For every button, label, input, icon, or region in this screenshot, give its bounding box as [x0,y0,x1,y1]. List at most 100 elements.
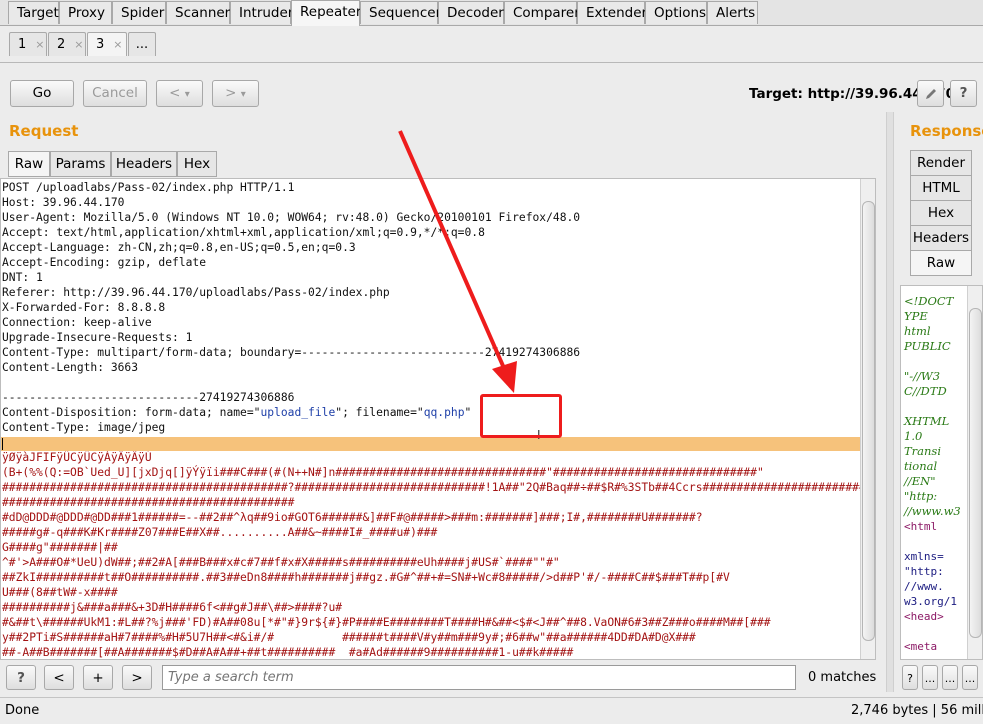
search-add-button[interactable]: + [83,665,113,690]
tab-repeater[interactable]: Repeater [291,0,361,26]
binary-line: ########################################… [2,496,295,509]
response-line: C//DTD [904,384,947,398]
binary-line: (B+(%%(Q:=OB`Ued_U][jxDjq[]ÿÝÿïi###C###(… [2,466,764,479]
response-line: //www.w3 [904,504,961,518]
binary-line: y##2PTi#S######aH#7####%#H#5U7H##<#&i#/#… [2,631,696,644]
tab-options[interactable]: Options [645,1,707,24]
search-input[interactable] [162,665,796,690]
scroll-thumb[interactable] [969,308,982,638]
edit-target-button[interactable] [917,80,944,107]
response-add-button[interactable]: ... [942,665,958,690]
main-tab-bar: Target Proxy Spider Scanner Intruder Rep… [0,0,983,26]
response-tab-hex[interactable]: Hex [910,200,972,226]
request-line: Referer: http://39.96.44.170/uploadlabs/… [2,286,390,299]
request-tab-headers[interactable]: Headers [111,151,177,177]
binary-line: #&##t\######UkM1:#L##?%j###'FD)#A##08u[*… [2,616,771,629]
binary-line: #dD@DDD#@DDD#@DD###1######=--##2##^λq##9… [2,511,703,524]
tab-decoder[interactable]: Decoder [438,1,504,24]
content-type-line: Content-Type: image/jpeg [2,421,166,434]
request-line: Host: 39.96.44.170 [2,196,125,209]
request-tab-raw[interactable]: Raw [8,151,50,177]
response-help-button[interactable]: ? [902,665,918,690]
request-tab-params[interactable]: Params [50,151,111,177]
response-line: xmlns= [904,550,944,563]
request-line: Accept-Language: zh-CN,zh;q=0.8,en-US;q=… [2,241,356,254]
cancel-button[interactable]: Cancel [83,80,147,107]
repeater-tab-2[interactable]: 2 × [48,32,86,56]
disposition-prefix: Content-Disposition: form-data; name=" [2,406,261,419]
tab-label: 2 [57,37,66,52]
response-line: "http: [904,565,944,578]
tab-intruder[interactable]: Intruder [230,1,293,24]
response-line: 1.0 [904,429,923,443]
request-line: POST /uploadlabs/Pass-02/index.php HTTP/… [2,181,295,194]
repeater-tab-3[interactable]: 3 × [87,32,127,56]
back-button[interactable]: < ▾ [156,80,203,107]
request-tab-hex[interactable]: Hex [177,151,217,177]
status-bar: Done 2,746 bytes | 56 millis [0,697,983,724]
response-line: YPE [904,309,928,323]
tab-target[interactable]: Target [8,1,59,24]
close-icon[interactable]: × [35,38,44,51]
search-prev-button[interactable]: < [44,665,74,690]
pencil-icon [925,89,936,99]
tab-scanner[interactable]: Scanner [166,1,230,24]
request-line: Connection: keep-alive [2,316,152,329]
response-line: Transi [904,444,942,458]
forward-button[interactable]: > ▾ [212,80,259,107]
response-tab-html[interactable]: HTML [910,175,972,201]
disposition-middle: "; filename=" [335,406,424,419]
response-line: <!DOCT [904,294,954,308]
chevron-right-icon: > [225,85,237,101]
tab-spider[interactable]: Spider [112,1,166,24]
response-line: <head> [904,610,944,623]
response-editor[interactable]: <!DOCT YPE html PUBLIC "-//W3 C//DTD XHTML 1.0 T… [900,285,983,660]
help-button[interactable]: ? [950,80,977,107]
chevron-left-icon: < [169,85,181,101]
tab-proxy[interactable]: Proxy [59,1,112,24]
response-prev-button[interactable]: ... [922,665,938,690]
tab-comparer[interactable]: Comparer [504,1,580,24]
binary-line: U###(8##tW#-x#### [2,586,118,599]
tab-alerts[interactable]: Alerts [707,1,758,24]
request-line: DNT: 1 [2,271,43,284]
content-disposition-line: Content-Disposition: form-data; name="up… [2,405,471,420]
tab-extender[interactable]: Extender [577,1,647,24]
annotation-arrow-icon [398,130,517,393]
scroll-thumb[interactable] [862,201,875,641]
close-icon[interactable]: × [113,38,122,51]
binary-line: ÿØÿàJFIFÿÛCÿÛCÿÀÿÄÿÄÿÚ [2,451,152,464]
request-line: Accept-Encoding: gzip, deflate [2,256,207,269]
split-divider[interactable] [886,112,894,692]
match-count: 0 matches [808,670,877,685]
response-line: //EN" [904,474,936,488]
response-stats: 2,746 bytes | 56 millis [851,703,983,718]
request-line: Upgrade-Insecure-Requests: 1 [2,331,193,344]
binary-line: ########################################… [2,481,876,494]
response-tab-headers[interactable]: Headers [910,225,972,251]
response-line: html [904,324,931,338]
response-line: tional [904,459,938,473]
new-tab-button[interactable]: ... [128,32,156,56]
repeater-tab-bar: 1 × 2 × 3 × ... [0,26,983,63]
binary-line: #####g#-q###K#Kr####Z07###E##X##........… [2,526,438,539]
request-line: X-Forwarded-For: 8.8.8.8 [2,301,166,314]
current-line-highlight [1,437,860,451]
response-scrollbar[interactable] [967,286,982,659]
repeater-tab-1[interactable]: 1 × [9,32,47,56]
go-button[interactable]: Go [10,80,74,107]
binary-line: ##-A##B#######[##A#######$#D##A#A##+##t#… [2,646,574,659]
response-tab-render[interactable]: Render [910,150,972,176]
tab-sequencer[interactable]: Sequencer [360,1,441,24]
response-line: <meta [904,640,938,653]
search-help-button[interactable]: ? [6,665,36,690]
response-next-button[interactable]: ... [962,665,978,690]
request-scrollbar[interactable] [860,179,875,659]
tab-label: 1 [18,37,27,52]
search-next-button[interactable]: > [122,665,152,690]
request-line: Content-Length: 3663 [2,361,139,374]
response-tab-raw[interactable]: Raw [910,250,972,276]
response-line: <html [904,520,938,533]
status-text: Done [5,703,40,718]
close-icon[interactable]: × [74,38,83,51]
